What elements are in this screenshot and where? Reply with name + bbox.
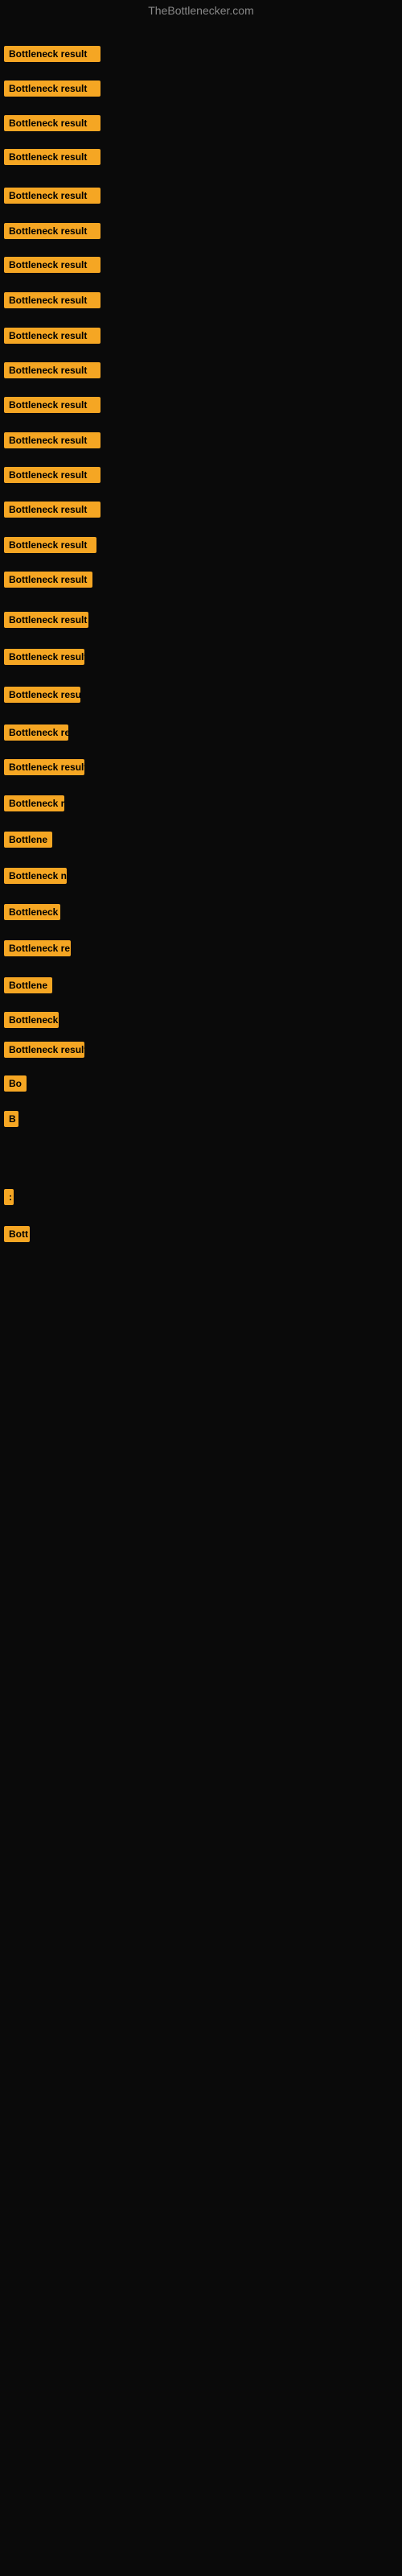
bottleneck-result-badge: Bottleneck result — [4, 188, 100, 204]
bottleneck-result-badge: Bottleneck result — [4, 502, 100, 518]
bottleneck-result-badge: Bottleneck result — [4, 1042, 84, 1058]
bottleneck-result-badge: Bottleneck result — [4, 397, 100, 413]
bottleneck-result-badge: Bottleneck result — [4, 649, 84, 665]
bottleneck-result-badge: Bottleneck result — [4, 362, 100, 378]
bottleneck-result-badge: Bottleneck n — [4, 868, 67, 884]
bottleneck-result-badge: Bottleneck result — [4, 46, 100, 62]
bottleneck-result-badge: Bottleneck re — [4, 724, 68, 741]
bottleneck-result-badge: Bottleneck result — [4, 328, 100, 344]
bottleneck-result-badge: Bottleneck — [4, 1012, 59, 1028]
bottleneck-result-badge: Bottleneck — [4, 904, 60, 920]
bottleneck-result-badge: Bo — [4, 1075, 27, 1092]
bottleneck-result-badge: Bottleneck r — [4, 795, 64, 811]
bottleneck-result-badge: Bottleneck result — [4, 537, 96, 553]
bottleneck-result-badge: Bottleneck result — [4, 572, 92, 588]
bottleneck-result-badge: Bottleneck result — [4, 687, 80, 703]
bottleneck-result-badge: Bottleneck re — [4, 940, 71, 956]
site-title: TheBottlenecker.com — [0, 4, 402, 17]
bottleneck-result-badge: Bottleneck result — [4, 432, 100, 448]
bottleneck-result-badge: Bottleneck result — [4, 149, 100, 165]
bottleneck-result-badge: Bottleneck result — [4, 759, 84, 775]
bottleneck-result-badge: Bottlene — [4, 977, 52, 993]
bottleneck-result-badge: Bottleneck result — [4, 223, 100, 239]
bottleneck-result-badge: Bottleneck result — [4, 292, 100, 308]
bottleneck-result-badge: Bottleneck result — [4, 612, 88, 628]
bottleneck-result-badge: Bottleneck result — [4, 80, 100, 97]
bottleneck-result-badge: Bottleneck result — [4, 257, 100, 273]
bottleneck-result-badge: Bottleneck result — [4, 467, 100, 483]
bottleneck-result-badge: Bott — [4, 1226, 30, 1242]
bottleneck-result-badge: Bottleneck result — [4, 115, 100, 131]
bottleneck-result-badge: B — [4, 1111, 18, 1127]
bottleneck-result-badge: : — [4, 1189, 14, 1205]
bottleneck-result-badge: Bottlene — [4, 832, 52, 848]
